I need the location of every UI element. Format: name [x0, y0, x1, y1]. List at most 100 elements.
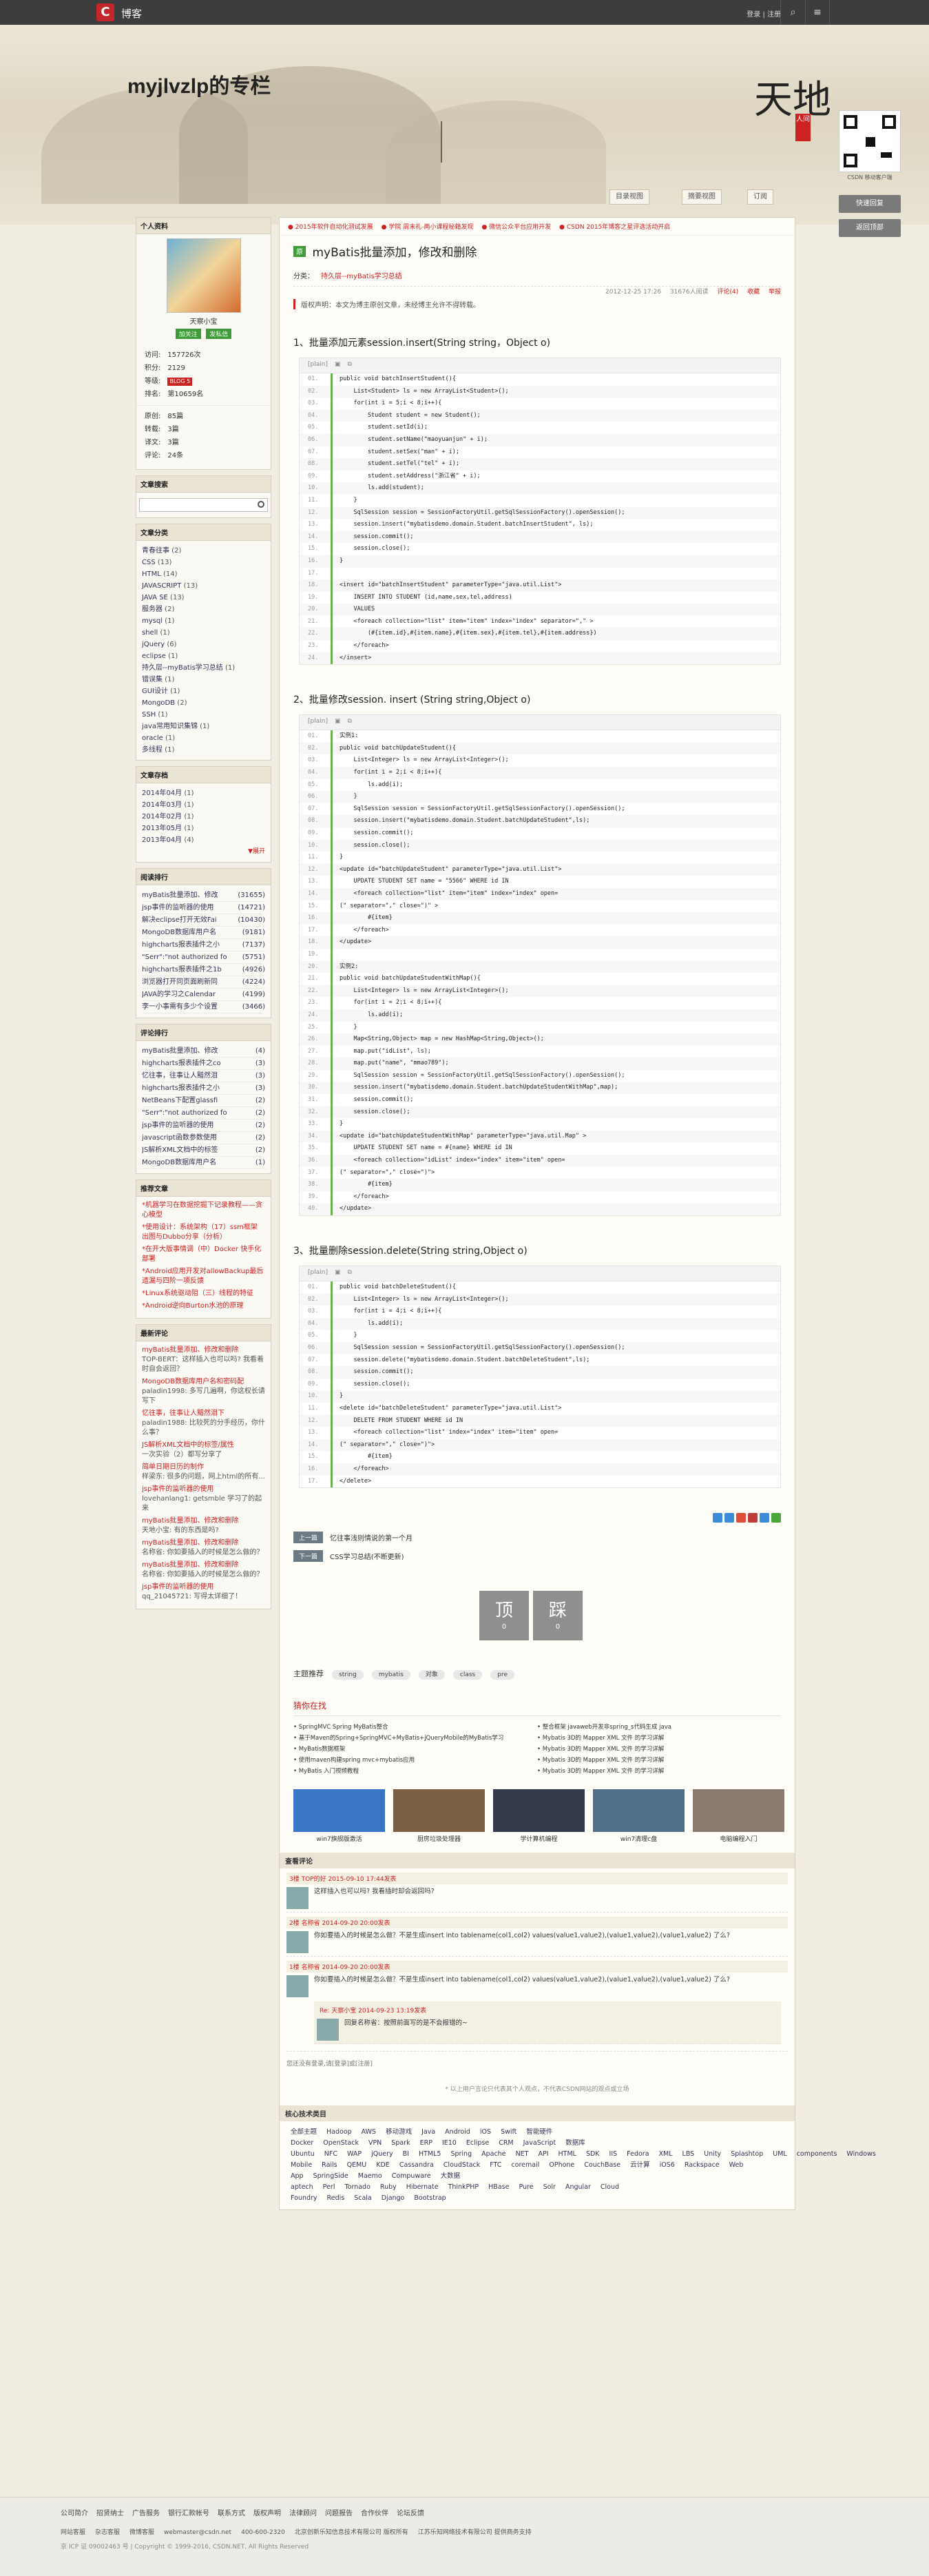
- list-item-label[interactable]: highcharts报表插件之小: [142, 939, 238, 951]
- tech-tag[interactable]: iOS6: [660, 2161, 675, 2169]
- rss-button[interactable]: 订阅: [747, 189, 773, 205]
- guess-item[interactable]: • 基于Maven的Spring+SpringMVC+MyBatis+jQuer…: [293, 1733, 537, 1744]
- list-item[interactable]: NetBeans下配置glassfi (2): [142, 1095, 265, 1107]
- list-item[interactable]: 2013年05月 (1): [142, 823, 265, 834]
- list-item-label[interactable]: MongoDB: [142, 699, 175, 707]
- notice-link[interactable]: ● 学院 周末礼-两小课程秘籍发现: [382, 224, 474, 231]
- tech-tag[interactable]: Java: [421, 2128, 435, 2136]
- tech-tag[interactable]: KDE: [376, 2161, 390, 2169]
- blog-title[interactable]: myjlvzlp的专栏: [127, 69, 271, 99]
- prev-button[interactable]: 上一篇: [293, 1532, 324, 1544]
- list-item[interactable]: MongoDB数据库用户名 (9181): [142, 927, 265, 939]
- tech-tag[interactable]: FTC: [490, 2161, 501, 2169]
- code-plain-link[interactable]: [plain]: [308, 361, 328, 368]
- tech-tag[interactable]: NET: [516, 2150, 529, 2158]
- avatar[interactable]: [286, 1887, 309, 1910]
- tech-tag[interactable]: HTML5: [419, 2150, 441, 2158]
- copy-code-icon[interactable]: ⧉: [347, 1269, 351, 1276]
- tech-tag[interactable]: 智能硬件: [526, 2128, 552, 2136]
- login-register-link[interactable]: 登录 | 注册: [747, 8, 781, 19]
- tech-tag[interactable]: Swift: [501, 2128, 516, 2136]
- thumb-caption[interactable]: win7清理c盘: [593, 1834, 685, 1843]
- topic-tag[interactable]: 对象: [418, 1669, 445, 1680]
- tech-tag[interactable]: 云计算: [630, 2161, 650, 2169]
- list-item-label[interactable]: shell: [142, 629, 158, 637]
- list-item[interactable]: 青春往事 (2): [142, 545, 265, 557]
- view-code-icon[interactable]: ▣: [335, 718, 341, 725]
- list-item-label[interactable]: HTML: [142, 570, 161, 578]
- tech-tag[interactable]: JavaScript: [523, 2139, 556, 2147]
- tech-tag[interactable]: CRM: [499, 2139, 513, 2147]
- guess-item[interactable]: • Mybatis 3D的 Mapper XML 文件 的学习详解: [537, 1766, 781, 1777]
- tech-tag[interactable]: VPN: [368, 2139, 382, 2147]
- next-article[interactable]: 下一篇 CSS学习总结(不断更新): [293, 1550, 781, 1563]
- footer-link[interactable]: 联系方式: [218, 2510, 245, 2517]
- login-prompt[interactable]: 您还没有登录,请[登录]或[注册]: [286, 2059, 788, 2068]
- tech-tag[interactable]: Pure: [519, 2183, 533, 2191]
- comment-link[interactable]: 评论(4): [717, 289, 738, 296]
- tech-tag[interactable]: Rackspace: [685, 2161, 720, 2169]
- tech-tag[interactable]: Cassandra: [399, 2161, 434, 2169]
- list-item-label[interactable]: 2014年03月: [142, 801, 182, 809]
- guess-item[interactable]: • MyBatis 入门视频教程: [293, 1766, 537, 1777]
- reply-author[interactable]: Re: 天察小宝 2014-09-23 13:19发表: [317, 2004, 778, 2017]
- tech-tag[interactable]: UML: [773, 2150, 786, 2158]
- tech-tag[interactable]: Spark: [391, 2139, 410, 2147]
- latest-comment-title[interactable]: jsp事件的监听器的使用: [142, 1583, 265, 1592]
- tech-tag[interactable]: Tornado: [344, 2183, 370, 2191]
- latest-comment[interactable]: JS解析XML文档中的标签/属性 一次实验（2）都写分享了: [142, 1441, 265, 1460]
- list-item[interactable]: highcharts报表插件之1b (4926): [142, 964, 265, 976]
- share-more-icon[interactable]: [771, 1513, 781, 1523]
- tech-tag[interactable]: ERP: [420, 2139, 432, 2147]
- footer-link[interactable]: 招贤纳士: [96, 2510, 124, 2517]
- list-item[interactable]: JAVASCRIPT (13): [142, 580, 265, 592]
- guess-item[interactable]: • Mybatis 3D的 Mapper XML 文件 的学习详解: [537, 1744, 781, 1755]
- list-item-label[interactable]: 青春往事: [142, 547, 169, 555]
- tech-tag[interactable]: BI: [403, 2150, 409, 2158]
- comment-author[interactable]: 2楼 名称省 2014-09-20 20:00发表: [286, 1917, 788, 1929]
- topic-tag[interactable]: class: [452, 1669, 483, 1680]
- tech-tag[interactable]: Angular: [565, 2183, 591, 2191]
- tech-tag[interactable]: Solr: [543, 2183, 556, 2191]
- tech-tag[interactable]: OPhone: [549, 2161, 574, 2169]
- list-item[interactable]: 多线程 (1): [142, 744, 265, 756]
- message-button[interactable]: 发私信: [206, 329, 232, 339]
- latest-comment-title[interactable]: myBatis批量添加、修改和删除: [142, 1516, 265, 1526]
- list-item[interactable]: "Serr":"not authorized fo (2): [142, 1107, 265, 1120]
- tech-tag[interactable]: iOS: [480, 2128, 491, 2136]
- copy-code-icon[interactable]: ⧉: [347, 361, 351, 368]
- list-item[interactable]: 错误集 (1): [142, 674, 265, 686]
- tech-tag[interactable]: Compuware: [392, 2172, 431, 2180]
- thumb-image[interactable]: [593, 1789, 685, 1833]
- downvote-button[interactable]: 踩0: [533, 1591, 583, 1641]
- next-button[interactable]: 下一篇: [293, 1550, 324, 1563]
- tech-tag[interactable]: ThinkPHP: [448, 2183, 479, 2191]
- tech-tag[interactable]: IE10: [442, 2139, 457, 2147]
- list-item-label[interactable]: SSH: [142, 711, 156, 719]
- report-link[interactable]: 举报: [769, 289, 781, 296]
- list-item[interactable]: 2014年02月 (1): [142, 811, 265, 823]
- thumb-image[interactable]: [493, 1789, 585, 1833]
- latest-comment-title[interactable]: 简单日期日历的制作: [142, 1463, 265, 1472]
- latest-comment[interactable]: jsp事件的监听器的使用 qq_21045721: 写得太详细了！: [142, 1583, 265, 1602]
- topic-tag[interactable]: mybatis: [371, 1669, 410, 1680]
- share-tsina-icon[interactable]: [724, 1513, 734, 1523]
- notice-link[interactable]: ● 微信公众平台应用开发: [481, 224, 551, 231]
- list-item[interactable]: 解决eclipse打开无效Fai (10430): [142, 914, 265, 927]
- list-item-label[interactable]: jsp事件的监听器的使用: [142, 1120, 238, 1131]
- list-item[interactable]: 2014年03月 (1): [142, 799, 265, 811]
- search-icon[interactable]: [258, 501, 264, 508]
- list-item-label[interactable]: highcharts报表插件之co: [142, 1058, 238, 1069]
- list-item[interactable]: java常用知识集锦 (1): [142, 721, 265, 732]
- footer-link[interactable]: 银行汇款帐号: [168, 2510, 209, 2517]
- list-item-label[interactable]: myBatis批量添加、修改: [142, 1045, 238, 1057]
- favorite-link[interactable]: 收藏: [747, 289, 760, 296]
- tech-tag[interactable]: Ubuntu: [291, 2150, 315, 2158]
- thumb-card[interactable]: win7旗舰版激活: [293, 1789, 385, 1843]
- list-item[interactable]: MongoDB (2): [142, 697, 265, 709]
- guess-item[interactable]: • 使用maven构建spring mvc+mybatis应用: [293, 1755, 537, 1766]
- tech-tag[interactable]: Hibernate: [406, 2183, 439, 2191]
- list-item-label[interactable]: 忆往事，往事让人黯然泪: [142, 1070, 238, 1082]
- list-item[interactable]: 忆往事，往事让人黯然泪 (3): [142, 1070, 265, 1082]
- tech-tag[interactable]: Fedora: [627, 2150, 649, 2158]
